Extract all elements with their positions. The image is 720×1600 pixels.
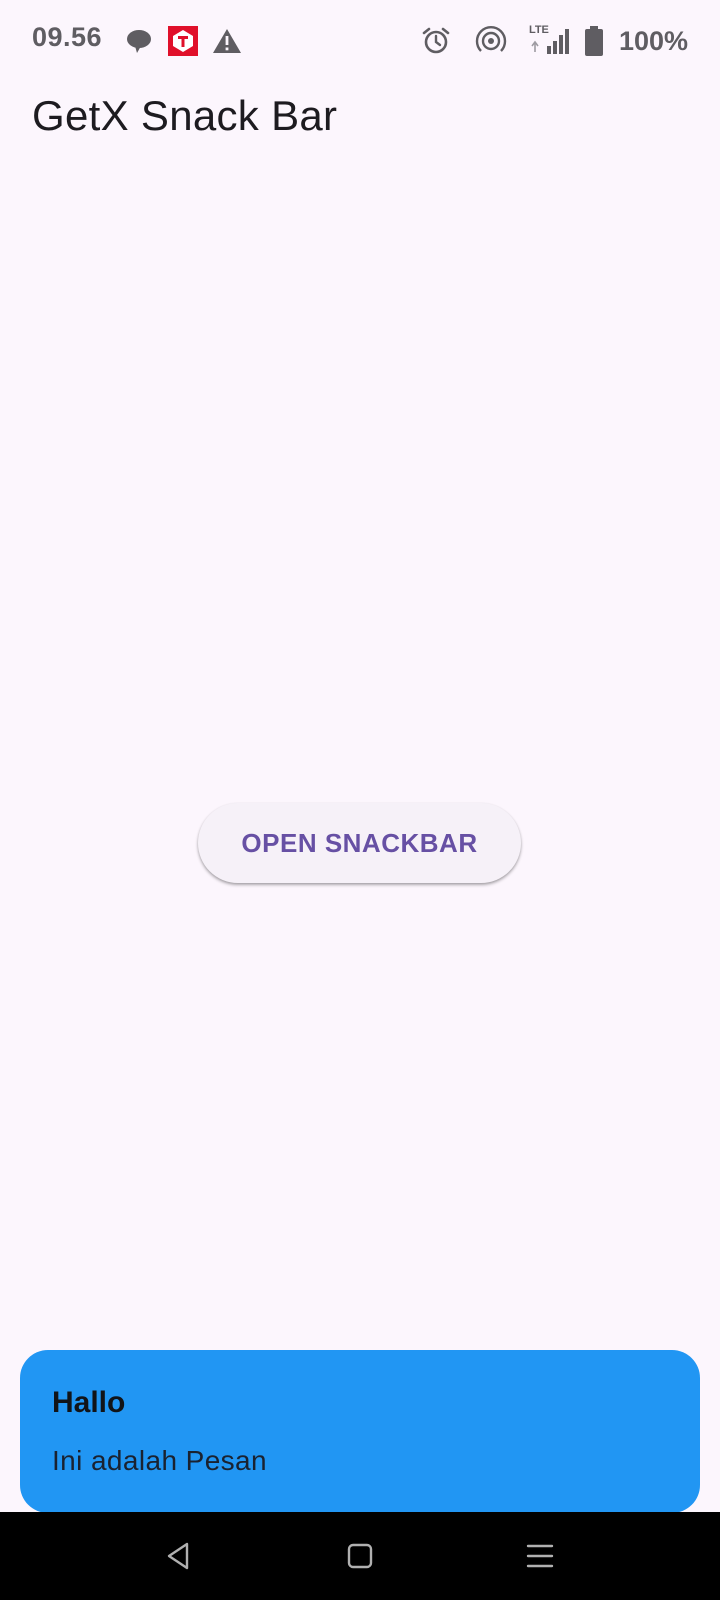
- system-status-icons: LTE 100%: [421, 24, 688, 58]
- open-snackbar-button[interactable]: OPEN SNACKBAR: [198, 803, 521, 883]
- chat-bubble-icon: [124, 27, 154, 55]
- telkomsel-app-icon: [168, 26, 198, 56]
- status-bar: 09.56 LTE 100%: [0, 0, 720, 82]
- back-button[interactable]: [148, 1526, 208, 1586]
- battery-icon: [584, 26, 603, 56]
- home-icon: [346, 1542, 374, 1570]
- home-button[interactable]: [330, 1526, 390, 1586]
- battery-percentage: 100%: [618, 25, 688, 56]
- alarm-icon: [421, 26, 451, 56]
- snackbar-title: Hallo: [52, 1386, 126, 1419]
- back-icon: [163, 1541, 193, 1571]
- warning-icon: [212, 27, 242, 55]
- page-title: GetX Snack Bar: [32, 92, 338, 139]
- menu-button[interactable]: [510, 1526, 570, 1586]
- snackbar-message: Ini adalah Pesan: [52, 1445, 268, 1476]
- hotspot-icon: [475, 25, 507, 57]
- notification-icons: [124, 24, 242, 58]
- menu-icon: [525, 1542, 555, 1570]
- snackbar[interactable]: Hallo Ini adalah Pesan: [20, 1350, 700, 1513]
- lte-signal-icon: LTE: [529, 24, 571, 56]
- status-time: 09.56: [32, 22, 103, 52]
- navigation-bar: [0, 1512, 720, 1600]
